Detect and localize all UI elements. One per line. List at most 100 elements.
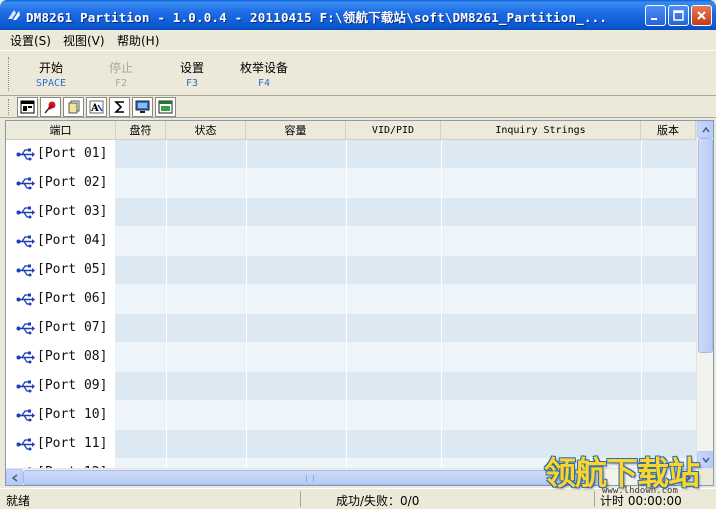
- settings-shortcut: F3: [185, 78, 199, 89]
- column-divider: [441, 285, 442, 314]
- table-row[interactable]: [Port 05]: [6, 256, 696, 285]
- column-header-capacity[interactable]: 容量: [246, 121, 346, 140]
- column-header-port[interactable]: 端口: [6, 121, 116, 140]
- title-bar[interactable]: DM8261 Partition - 1.0.0.4 - 20110415 F:…: [0, 0, 716, 30]
- table-row[interactable]: [Port 01]: [6, 140, 696, 169]
- column-divider: [166, 372, 167, 401]
- column-divider: [641, 169, 642, 198]
- column-divider: [166, 430, 167, 459]
- column-divider: [166, 198, 167, 227]
- column-header-status[interactable]: 状态: [166, 121, 246, 140]
- copy-icon: [68, 100, 79, 113]
- port-name: [Port 03]: [37, 204, 108, 219]
- usb-icon: [16, 438, 35, 451]
- toolbar-grip[interactable]: [8, 57, 11, 91]
- scroll-left-button[interactable]: [6, 469, 23, 485]
- maximize-icon: [673, 10, 684, 21]
- table-row[interactable]: [Port 09]: [6, 372, 696, 401]
- column-divider: [346, 314, 347, 343]
- table-row[interactable]: [Port 07]: [6, 314, 696, 343]
- port-name: [Port 10]: [37, 407, 108, 422]
- icon-toolbar: A: [0, 96, 716, 118]
- list-rows: [Port 01] [Port 02] [Port 03] [Port 04] [Por…: [6, 140, 696, 468]
- usb-icon: [16, 380, 35, 393]
- vertical-scrollbar[interactable]: [696, 121, 713, 468]
- column-divider: [441, 372, 442, 401]
- table-row[interactable]: [Port 06]: [6, 285, 696, 314]
- column-divider: [246, 256, 247, 285]
- column-divider: [246, 169, 247, 198]
- window-button[interactable]: [155, 97, 176, 117]
- table-row[interactable]: [Port 04]: [6, 227, 696, 256]
- pin-icon: [44, 101, 56, 113]
- column-divider: [166, 285, 167, 314]
- enumerate-shortcut: F4: [257, 78, 271, 89]
- column-divider: [441, 227, 442, 256]
- column-divider: [346, 140, 347, 169]
- list-header: 端口 盘符 状态 容量 VID/PID Inquiry Strings 版本: [6, 121, 696, 140]
- status-divider: [300, 491, 301, 507]
- column-divider: [441, 401, 442, 430]
- properties-button[interactable]: [17, 97, 38, 117]
- pin-button[interactable]: [40, 97, 61, 117]
- column-header-vid-pid[interactable]: VID/PID: [346, 121, 441, 140]
- maximize-button[interactable]: [668, 5, 689, 26]
- usb-icon: [16, 409, 35, 422]
- usb-icon: [16, 351, 35, 364]
- column-header-inquiry-strings[interactable]: Inquiry Strings: [441, 121, 641, 140]
- column-divider: [441, 198, 442, 227]
- column-divider: [166, 459, 167, 468]
- close-button[interactable]: [691, 5, 712, 26]
- column-divider: [346, 459, 347, 468]
- vertical-scroll-thumb[interactable]: [698, 138, 713, 353]
- minimize-button[interactable]: [645, 5, 666, 26]
- column-divider: [166, 140, 167, 169]
- usb-icon: [16, 206, 35, 219]
- status-result: 成功/失败：0/0: [336, 494, 420, 508]
- usb-icon: [16, 235, 35, 248]
- port-name: [Port 04]: [37, 233, 108, 248]
- sigma-button[interactable]: [109, 97, 130, 117]
- menu-help[interactable]: 帮助(H): [117, 32, 159, 49]
- column-header-drive[interactable]: 盘符: [116, 121, 166, 140]
- menu-view[interactable]: 视图(V): [63, 32, 105, 49]
- column-header-version[interactable]: 版本: [641, 121, 696, 140]
- menu-settings[interactable]: 设置(S): [10, 32, 51, 49]
- properties-icon: [20, 100, 35, 114]
- table-row[interactable]: [Port 10]: [6, 401, 696, 430]
- copy-button[interactable]: [63, 97, 84, 117]
- start-button[interactable]: 开始 SPACE: [34, 59, 68, 89]
- app-logo-icon: [8, 10, 20, 20]
- horizontal-scroll-thumb[interactable]: [23, 470, 599, 485]
- stop-shortcut: F2: [114, 78, 128, 89]
- watermark-url: www.lhdown.com: [602, 486, 678, 496]
- usb-icon: [16, 177, 35, 190]
- column-divider: [641, 227, 642, 256]
- monitor-button[interactable]: [132, 97, 153, 117]
- column-divider: [246, 372, 247, 401]
- scroll-up-button[interactable]: [697, 121, 713, 138]
- column-divider: [246, 140, 247, 169]
- column-divider: [166, 314, 167, 343]
- port-name: [Port 09]: [37, 378, 108, 393]
- stop-button[interactable]: 停止 F2: [106, 59, 136, 89]
- window-icon: [158, 100, 173, 114]
- usb-icon: [16, 264, 35, 277]
- column-divider: [346, 372, 347, 401]
- port-name: [Port 06]: [37, 291, 108, 306]
- port-name: [Port 07]: [37, 320, 108, 335]
- table-row[interactable]: [Port 03]: [6, 198, 696, 227]
- watermark: 领航下载站 www.lhdown.com: [540, 448, 712, 496]
- column-divider: [166, 401, 167, 430]
- monitor-icon: [135, 100, 150, 113]
- icon-toolbar-grip[interactable]: [8, 99, 11, 115]
- enumerate-devices-button[interactable]: 枚举设备 F4: [236, 59, 292, 89]
- font-button[interactable]: A: [86, 97, 107, 117]
- table-row[interactable]: [Port 02]: [6, 169, 696, 198]
- column-divider: [641, 314, 642, 343]
- settings-button[interactable]: 设置 F3: [177, 59, 207, 89]
- arrow-up-icon: [701, 126, 710, 132]
- column-divider: [166, 169, 167, 198]
- table-row[interactable]: [Port 08]: [6, 343, 696, 372]
- port-list[interactable]: 端口 盘符 状态 容量 VID/PID Inquiry Strings 版本 […: [5, 120, 714, 486]
